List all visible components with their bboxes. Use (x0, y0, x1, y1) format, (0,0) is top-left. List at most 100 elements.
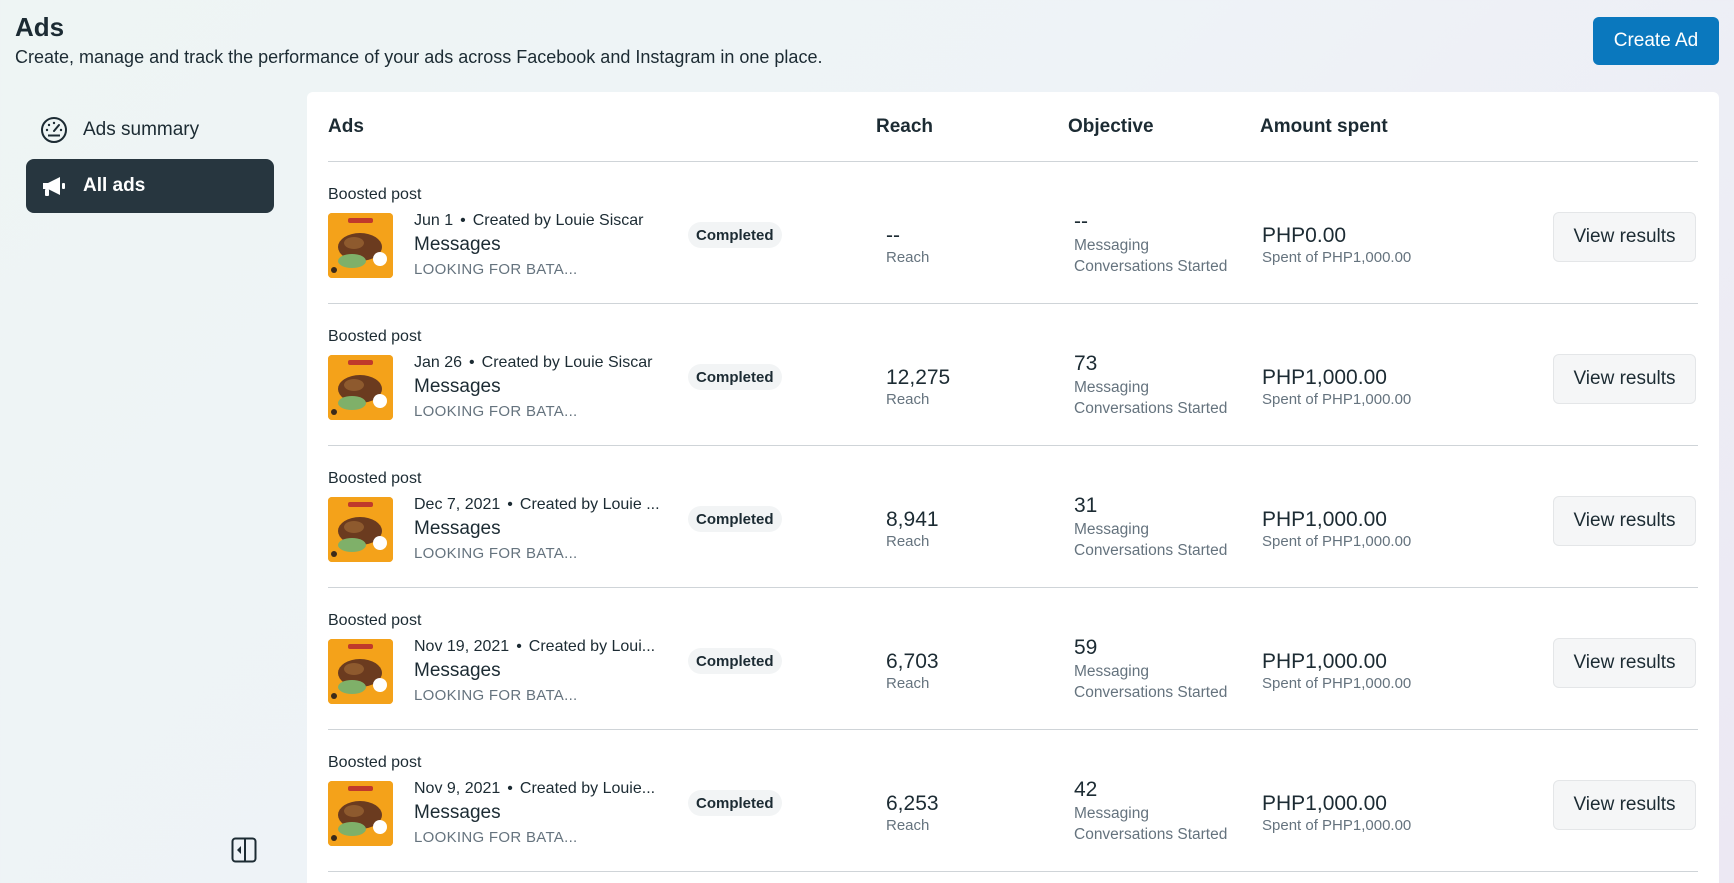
sidebar-item-label: Ads summary (83, 119, 200, 140)
reach-value: 6,703 (886, 650, 939, 673)
objective-value: 59 (1074, 636, 1098, 659)
ad-title[interactable]: Messages (414, 802, 501, 824)
reach-label: Reach (886, 391, 930, 408)
amount-spent-value: PHP1,000.00 (1262, 792, 1387, 815)
ad-date: Jun 1 (414, 212, 454, 229)
status-badge: Completed (688, 506, 782, 532)
ad-meta: Jan 26 • Created by Louie Siscar (414, 354, 659, 372)
objective-label-line-1: Messaging (1074, 379, 1149, 396)
amount-spent-value: PHP0.00 (1262, 224, 1347, 247)
page-title: Ads (15, 12, 65, 42)
objective-label-line-1: Messaging (1074, 663, 1149, 680)
ad-thumbnail[interactable] (328, 497, 393, 562)
ad-type: Boosted post (328, 328, 422, 345)
objective-label-line-1: Messaging (1074, 237, 1149, 254)
view-results-button[interactable]: View results (1553, 780, 1696, 830)
ad-meta: Dec 7, 2021 • Created by Louie ... (414, 496, 659, 514)
ad-caption: LOOKING FOR BATA... (414, 829, 578, 846)
status-badge: Completed (688, 222, 782, 248)
table-row[interactable]: Boosted post Jun 1 • Created by Louie Sisca… (328, 162, 1698, 304)
reach-label: Reach (886, 249, 930, 266)
ad-type: Boosted post (328, 754, 422, 771)
objective-label: Messaging Conversations Started (1074, 519, 1227, 561)
objective-value: -- (1074, 210, 1088, 233)
column-header-objective[interactable]: Objective (1068, 116, 1154, 138)
amount-spent-label: Spent of PHP1,000.00 (1262, 391, 1412, 408)
ad-thumbnail[interactable] (328, 639, 393, 704)
collapse-sidebar-icon[interactable] (231, 837, 257, 863)
objective-label: Messaging Conversations Started (1074, 661, 1227, 703)
objective-label-line-2: Conversations Started (1074, 258, 1228, 275)
table-row[interactable]: Boosted post Nov 9, 2021 • Created by Louie… (328, 730, 1698, 872)
amount-spent-label: Spent of PHP1,000.00 (1262, 249, 1412, 266)
objective-label: Messaging Conversations Started (1074, 377, 1227, 419)
reach-label: Reach (886, 817, 930, 834)
gauge-icon (39, 115, 69, 145)
ad-creator: Created by Louie... (519, 780, 656, 797)
objective-value: 42 (1074, 778, 1098, 801)
separator-dot: • (507, 496, 513, 513)
ad-thumbnail[interactable] (328, 355, 393, 420)
objective-label-line-1: Messaging (1074, 521, 1149, 538)
ad-title[interactable]: Messages (414, 376, 501, 398)
reach-value: 6,253 (886, 792, 939, 815)
sidebar-item-ads-summary[interactable]: Ads summary (26, 103, 274, 157)
status-badge: Completed (688, 648, 782, 674)
view-results-button[interactable]: View results (1553, 354, 1696, 404)
ad-caption: LOOKING FOR BATA... (414, 545, 578, 562)
view-results-button[interactable]: View results (1553, 212, 1696, 262)
objective-value: 73 (1074, 352, 1098, 375)
sidebar-item-all-ads[interactable]: All ads (26, 159, 274, 213)
view-results-button[interactable]: View results (1553, 496, 1696, 546)
amount-spent-label: Spent of PHP1,000.00 (1262, 533, 1412, 550)
table-row[interactable]: Boosted post Jan 26 • Created by Louie Sisc… (328, 304, 1698, 446)
table-header: Ads Reach Objective Amount spent (328, 92, 1698, 162)
reach-label: Reach (886, 533, 930, 550)
ad-type: Boosted post (328, 470, 422, 487)
megaphone-icon (39, 171, 69, 201)
ad-meta: Nov 9, 2021 • Created by Louie... (414, 780, 659, 798)
reach-value: 12,275 (886, 366, 951, 389)
sidebar-item-label: All ads (83, 175, 146, 196)
amount-spent-label: Spent of PHP1,000.00 (1262, 675, 1412, 692)
ad-title[interactable]: Messages (414, 518, 501, 540)
status-badge: Completed (688, 364, 782, 390)
ad-type: Boosted post (328, 612, 422, 629)
column-header-amount-spent[interactable]: Amount spent (1260, 116, 1388, 138)
separator-dot: • (460, 212, 466, 229)
reach-value: 8,941 (886, 508, 939, 531)
ad-title[interactable]: Messages (414, 660, 501, 682)
separator-dot: • (516, 638, 522, 655)
objective-label: Messaging Conversations Started (1074, 803, 1227, 845)
ad-caption: LOOKING FOR BATA... (414, 261, 578, 278)
column-header-reach[interactable]: Reach (876, 116, 933, 138)
status-badge: Completed (688, 790, 782, 816)
ad-creator: Created by Loui... (528, 638, 656, 655)
objective-label-line-2: Conversations Started (1074, 400, 1228, 417)
objective-label: Messaging Conversations Started (1074, 235, 1227, 277)
ad-creator: Created by Louie Siscar (481, 354, 653, 371)
ad-creator: Created by Louie ... (519, 496, 659, 513)
page-subtitle: Create, manage and track the performance… (15, 47, 823, 67)
ads-table-card: Ads Reach Objective Amount spent Boosted… (307, 92, 1719, 883)
table-row[interactable]: Boosted post Dec 7, 2021 • Created by Louie… (328, 446, 1698, 588)
amount-spent-label: Spent of PHP1,000.00 (1262, 817, 1412, 834)
ad-thumbnail[interactable] (328, 781, 393, 846)
column-header-ads[interactable]: Ads (328, 116, 364, 138)
ad-date: Dec 7, 2021 (414, 496, 501, 513)
view-results-button[interactable]: View results (1553, 638, 1696, 688)
objective-label-line-2: Conversations Started (1074, 826, 1228, 843)
ad-meta: Nov 19, 2021 • Created by Loui... (414, 638, 659, 656)
create-ad-button[interactable]: Create Ad (1593, 17, 1719, 65)
objective-value: 31 (1074, 494, 1098, 517)
ad-caption: LOOKING FOR BATA... (414, 687, 578, 704)
ad-title[interactable]: Messages (414, 234, 501, 256)
table-row[interactable]: Boosted post Nov 19, 2021 • Created by Loui… (328, 588, 1698, 730)
reach-label: Reach (886, 675, 930, 692)
ad-thumbnail[interactable] (328, 213, 393, 278)
ad-date: Nov 9, 2021 (414, 780, 501, 797)
separator-dot: • (469, 354, 475, 371)
objective-label-line-1: Messaging (1074, 805, 1149, 822)
ad-caption: LOOKING FOR BATA... (414, 403, 578, 420)
ad-date: Jan 26 (414, 354, 463, 371)
